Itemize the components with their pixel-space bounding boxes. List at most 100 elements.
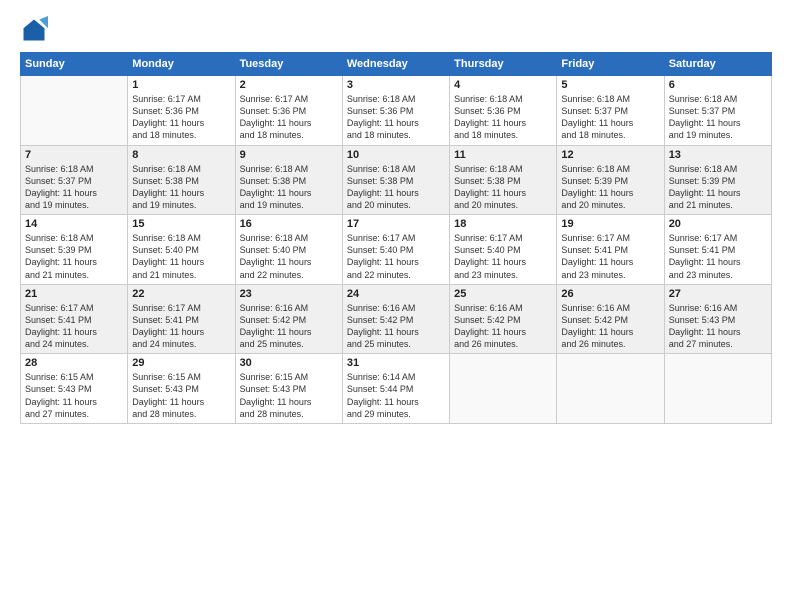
day-info: Sunrise: 6:18 AM Sunset: 5:37 PM Dayligh… <box>669 93 767 142</box>
calendar-cell <box>664 354 771 424</box>
day-number: 29 <box>132 357 230 369</box>
day-info: Sunrise: 6:15 AM Sunset: 5:43 PM Dayligh… <box>240 371 338 420</box>
day-info: Sunrise: 6:16 AM Sunset: 5:42 PM Dayligh… <box>240 302 338 351</box>
calendar-cell: 3 Sunrise: 6:18 AM Sunset: 5:36 PM Daylig… <box>342 76 449 146</box>
calendar-cell: 14 Sunrise: 6:18 AM Sunset: 5:39 PM Dayli… <box>21 215 128 285</box>
calendar-cell: 10 Sunrise: 6:18 AM Sunset: 5:38 PM Dayli… <box>342 145 449 215</box>
calendar-cell: 23 Sunrise: 6:16 AM Sunset: 5:42 PM Dayli… <box>235 284 342 354</box>
day-info: Sunrise: 6:16 AM Sunset: 5:43 PM Dayligh… <box>669 302 767 351</box>
calendar-cell: 16Sunrise: 6:18 AM Sunset: 5:40 PM Dayli… <box>235 215 342 285</box>
day-number: 7 <box>25 149 123 161</box>
calendar-cell: 7 Sunrise: 6:18 AM Sunset: 5:37 PM Daylig… <box>21 145 128 215</box>
calendar-cell: 4 Sunrise: 6:18 AM Sunset: 5:36 PM Daylig… <box>450 76 557 146</box>
calendar-cell: 31Sunrise: 6:14 AM Sunset: 5:44 PM Dayli… <box>342 354 449 424</box>
header <box>20 16 772 44</box>
day-info: Sunrise: 6:18 AM Sunset: 5:38 PM Dayligh… <box>240 163 338 212</box>
calendar-cell: 27 Sunrise: 6:16 AM Sunset: 5:43 PM Dayli… <box>664 284 771 354</box>
day-number: 13 <box>669 149 767 161</box>
calendar-cell: 8Sunrise: 6:18 AM Sunset: 5:38 PM Daylig… <box>128 145 235 215</box>
calendar-cell: 25 Sunrise: 6:16 AM Sunset: 5:42 PM Dayli… <box>450 284 557 354</box>
calendar-cell: 2Sunrise: 6:17 AM Sunset: 5:36 PM Daylig… <box>235 76 342 146</box>
calendar-cell: 18Sunrise: 6:17 AM Sunset: 5:40 PM Dayli… <box>450 215 557 285</box>
day-number: 9 <box>240 149 338 161</box>
calendar-cell: 24 Sunrise: 6:16 AM Sunset: 5:42 PM Dayli… <box>342 284 449 354</box>
calendar-cell: 17 Sunrise: 6:17 AM Sunset: 5:40 PM Dayli… <box>342 215 449 285</box>
calendar-week-row: 7 Sunrise: 6:18 AM Sunset: 5:37 PM Daylig… <box>21 145 772 215</box>
calendar-header-tuesday: Tuesday <box>235 53 342 76</box>
page: SundayMondayTuesdayWednesdayThursdayFrid… <box>0 0 792 612</box>
calendar-cell: 26Sunrise: 6:16 AM Sunset: 5:42 PM Dayli… <box>557 284 664 354</box>
day-info: Sunrise: 6:18 AM Sunset: 5:39 PM Dayligh… <box>669 163 767 212</box>
day-info: Sunrise: 6:18 AM Sunset: 5:39 PM Dayligh… <box>25 232 123 281</box>
calendar-cell: 20 Sunrise: 6:17 AM Sunset: 5:41 PM Dayli… <box>664 215 771 285</box>
calendar-cell: 21 Sunrise: 6:17 AM Sunset: 5:41 PM Dayli… <box>21 284 128 354</box>
day-number: 3 <box>347 79 445 91</box>
day-info: Sunrise: 6:15 AM Sunset: 5:43 PM Dayligh… <box>25 371 123 420</box>
day-info: Sunrise: 6:14 AM Sunset: 5:44 PM Dayligh… <box>347 371 445 420</box>
day-number: 19 <box>561 218 659 230</box>
day-number: 17 <box>347 218 445 230</box>
day-info: Sunrise: 6:16 AM Sunset: 5:42 PM Dayligh… <box>454 302 552 351</box>
calendar-header-saturday: Saturday <box>664 53 771 76</box>
day-number: 23 <box>240 288 338 300</box>
calendar-cell: 19 Sunrise: 6:17 AM Sunset: 5:41 PM Dayli… <box>557 215 664 285</box>
day-number: 4 <box>454 79 552 91</box>
day-info: Sunrise: 6:17 AM Sunset: 5:41 PM Dayligh… <box>25 302 123 351</box>
calendar-week-row: 21 Sunrise: 6:17 AM Sunset: 5:41 PM Dayli… <box>21 284 772 354</box>
day-number: 12 <box>561 149 659 161</box>
day-info: Sunrise: 6:18 AM Sunset: 5:37 PM Dayligh… <box>25 163 123 212</box>
day-info: Sunrise: 6:16 AM Sunset: 5:42 PM Dayligh… <box>347 302 445 351</box>
calendar-week-row: 1 Sunrise: 6:17 AM Sunset: 5:36 PM Daylig… <box>21 76 772 146</box>
day-info: Sunrise: 6:18 AM Sunset: 5:38 PM Dayligh… <box>347 163 445 212</box>
day-number: 5 <box>561 79 659 91</box>
day-info: Sunrise: 6:17 AM Sunset: 5:41 PM Dayligh… <box>561 232 659 281</box>
day-number: 1 <box>132 79 230 91</box>
day-number: 18 <box>454 218 552 230</box>
day-number: 15 <box>132 218 230 230</box>
calendar-cell: 12 Sunrise: 6:18 AM Sunset: 5:39 PM Dayli… <box>557 145 664 215</box>
calendar-cell <box>557 354 664 424</box>
day-number: 26 <box>561 288 659 300</box>
day-info: Sunrise: 6:17 AM Sunset: 5:36 PM Dayligh… <box>132 93 230 142</box>
day-number: 25 <box>454 288 552 300</box>
day-number: 20 <box>669 218 767 230</box>
calendar-cell <box>21 76 128 146</box>
day-info: Sunrise: 6:17 AM Sunset: 5:36 PM Dayligh… <box>240 93 338 142</box>
day-info: Sunrise: 6:17 AM Sunset: 5:41 PM Dayligh… <box>669 232 767 281</box>
day-info: Sunrise: 6:17 AM Sunset: 5:41 PM Dayligh… <box>132 302 230 351</box>
calendar-header-thursday: Thursday <box>450 53 557 76</box>
calendar-cell: 22 Sunrise: 6:17 AM Sunset: 5:41 PM Dayli… <box>128 284 235 354</box>
logo-icon <box>20 16 48 44</box>
calendar-cell: 6Sunrise: 6:18 AM Sunset: 5:37 PM Daylig… <box>664 76 771 146</box>
day-number: 22 <box>132 288 230 300</box>
day-number: 14 <box>25 218 123 230</box>
calendar-table: SundayMondayTuesdayWednesdayThursdayFrid… <box>20 52 772 424</box>
day-number: 27 <box>669 288 767 300</box>
day-info: Sunrise: 6:18 AM Sunset: 5:39 PM Dayligh… <box>561 163 659 212</box>
calendar-header-friday: Friday <box>557 53 664 76</box>
day-info: Sunrise: 6:18 AM Sunset: 5:36 PM Dayligh… <box>454 93 552 142</box>
day-info: Sunrise: 6:17 AM Sunset: 5:40 PM Dayligh… <box>347 232 445 281</box>
day-info: Sunrise: 6:18 AM Sunset: 5:36 PM Dayligh… <box>347 93 445 142</box>
day-number: 21 <box>25 288 123 300</box>
calendar-cell: 28Sunrise: 6:15 AM Sunset: 5:43 PM Dayli… <box>21 354 128 424</box>
logo <box>20 16 52 44</box>
calendar-cell <box>450 354 557 424</box>
day-number: 8 <box>132 149 230 161</box>
calendar-cell: 11 Sunrise: 6:18 AM Sunset: 5:38 PM Dayli… <box>450 145 557 215</box>
calendar-header-sunday: Sunday <box>21 53 128 76</box>
day-number: 11 <box>454 149 552 161</box>
day-number: 10 <box>347 149 445 161</box>
calendar-week-row: 28Sunrise: 6:15 AM Sunset: 5:43 PM Dayli… <box>21 354 772 424</box>
calendar-cell: 13 Sunrise: 6:18 AM Sunset: 5:39 PM Dayli… <box>664 145 771 215</box>
calendar-cell: 15Sunrise: 6:18 AM Sunset: 5:40 PM Dayli… <box>128 215 235 285</box>
calendar-week-row: 14 Sunrise: 6:18 AM Sunset: 5:39 PM Dayli… <box>21 215 772 285</box>
calendar-header-monday: Monday <box>128 53 235 76</box>
day-info: Sunrise: 6:18 AM Sunset: 5:38 PM Dayligh… <box>454 163 552 212</box>
calendar-cell: 1 Sunrise: 6:17 AM Sunset: 5:36 PM Daylig… <box>128 76 235 146</box>
calendar-cell: 9 Sunrise: 6:18 AM Sunset: 5:38 PM Daylig… <box>235 145 342 215</box>
day-number: 24 <box>347 288 445 300</box>
calendar-cell: 5Sunrise: 6:18 AM Sunset: 5:37 PM Daylig… <box>557 76 664 146</box>
day-info: Sunrise: 6:18 AM Sunset: 5:40 PM Dayligh… <box>240 232 338 281</box>
day-number: 30 <box>240 357 338 369</box>
